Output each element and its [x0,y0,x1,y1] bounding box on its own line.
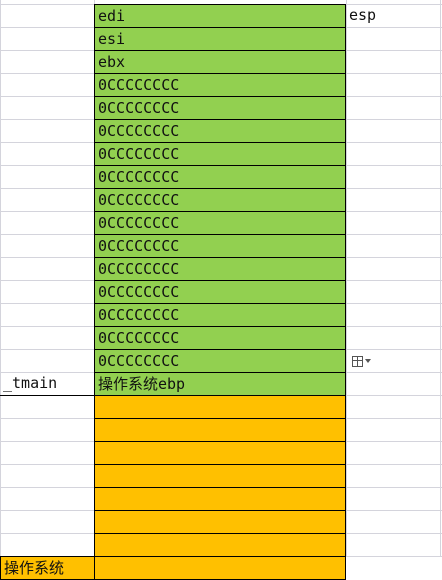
stack-cell[interactable]: esi [94,27,346,51]
stack-cell[interactable] [94,464,346,488]
spreadsheet: edi esi ebx 0CCCCCCCC 0CCCCCCCC 0CCCCCCCC 0CCC… [0,0,442,580]
stack-cell[interactable] [94,487,346,511]
stack-cell[interactable]: edi [94,4,346,28]
stack-cell[interactable]: 0CCCCCCCC [94,73,346,97]
stack-cell[interactable]: ebx [94,50,346,74]
stack-cell[interactable] [94,418,346,442]
tmain-label-cell[interactable]: _tmain [0,372,94,396]
stack-cell[interactable] [94,556,346,580]
stack-cell[interactable]: 0CCCCCCCC [94,96,346,120]
stack-cell[interactable]: 0CCCCCCCC [94,349,346,373]
stack-cell[interactable]: 0CCCCCCCC [94,280,346,304]
paste-options-icon[interactable] [352,352,378,370]
stack-cell[interactable]: 0CCCCCCCC [94,234,346,258]
stack-cell[interactable] [94,510,346,534]
esp-label-cell[interactable]: esp [346,4,442,27]
chevron-down-icon [365,359,371,363]
gridline-column [440,0,441,556]
stack-cell[interactable]: 0CCCCCCCC [94,119,346,143]
stack-cell[interactable]: 0CCCCCCCC [94,188,346,212]
stack-cell[interactable] [94,395,346,419]
gridline-column [346,0,347,556]
stack-cell[interactable] [94,533,346,557]
stack-cell[interactable]: 0CCCCCCCC [94,326,346,350]
stack-cell[interactable]: 操作系统ebp [94,372,346,396]
stack-cell[interactable]: 0CCCCCCCC [94,303,346,327]
gridline-column [0,0,1,556]
stack-cell[interactable]: 0CCCCCCCC [94,257,346,281]
stack-cell[interactable] [94,441,346,465]
clipboard-icon [352,355,363,367]
os-label-cell[interactable]: 操作系统 [0,556,94,580]
stack-cell[interactable]: 0CCCCCCCC [94,211,346,235]
stack-cell[interactable]: 0CCCCCCCC [94,142,346,166]
stack-cell[interactable]: 0CCCCCCCC [94,165,346,189]
